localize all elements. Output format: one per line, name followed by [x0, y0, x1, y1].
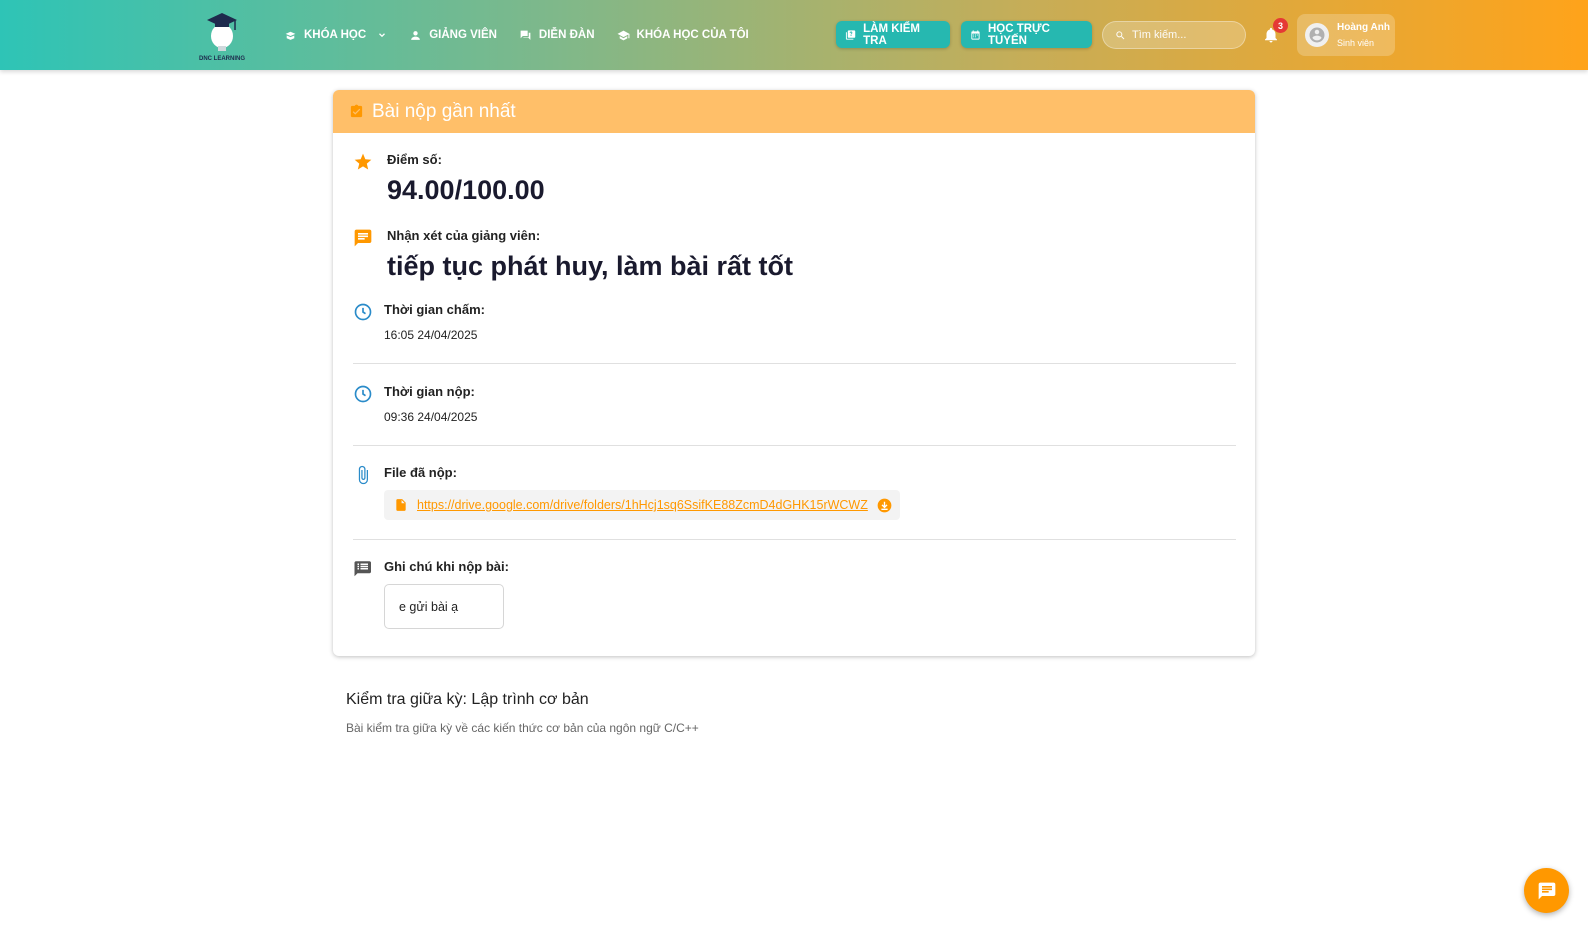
nav-courses[interactable]: KHÓA HỌC [284, 29, 387, 42]
score-value: 94.00/100.00 [387, 175, 545, 205]
nav-instructors[interactable]: GIẢNG VIÊN [409, 29, 497, 42]
comment-value: tiếp tục phát huy, làm bài rất tốt [387, 251, 794, 281]
nav-my-courses[interactable]: KHÓA HỌC CỦA TÔI [617, 29, 749, 42]
assignment-check-icon [350, 104, 363, 118]
divider [353, 363, 1236, 364]
star-icon [353, 152, 373, 172]
note-value: e gửi bài ạ [384, 584, 504, 629]
nav-forum[interactable]: DIỄN ĐÀN [519, 29, 595, 42]
chat-icon [1538, 882, 1555, 899]
file-icon [396, 499, 406, 511]
note-label: Ghi chú khi nộp bài: [384, 559, 509, 574]
file-chip: https://drive.google.com/drive/folders/1… [384, 490, 900, 520]
logo-text: DNC LEARNING [199, 56, 245, 62]
graduation-cap-icon [617, 30, 629, 40]
top-navbar: DNC LEARNING KHÓA HỌC GIẢNG VIÊN DIỄN ĐÀ… [0, 0, 1588, 70]
quiz-icon [845, 29, 856, 40]
graded-time-value: 16:05 24/04/2025 [384, 328, 478, 342]
graded-time-row: Thời gian chấm: 16:05 24/04/2025 [353, 302, 485, 342]
paperclip-icon [353, 465, 373, 485]
graduation-bulb-icon [207, 13, 237, 51]
nav-courses-label: KHÓA HỌC [304, 29, 367, 41]
avatar [1305, 23, 1329, 47]
user-role: Sinh viên [1337, 38, 1375, 48]
download-icon[interactable] [877, 498, 892, 513]
graded-time-label: Thời gian chấm: [384, 302, 485, 317]
take-test-button[interactable]: LÀM KIỂM TRA [836, 21, 950, 48]
score-label: Điểm số: [387, 152, 442, 167]
main-nav: KHÓA HỌC GIẢNG VIÊN DIỄN ĐÀN KHÓA HỌC CỦ… [284, 0, 749, 70]
note-row: Ghi chú khi nộp bài: e gửi bài ạ [353, 559, 509, 629]
book-open-icon [285, 31, 296, 40]
file-link[interactable]: https://drive.google.com/drive/folders/1… [417, 498, 868, 512]
search-box[interactable] [1102, 21, 1246, 49]
nav-forum-label: DIỄN ĐÀN [538, 29, 595, 41]
user-name: Hoàng Anh [1337, 22, 1390, 33]
latest-submission-card: Bài nộp gần nhất Điểm số: 94.00/100.00 N… [333, 90, 1255, 656]
nav-my-courses-label: KHÓA HỌC CỦA TÔI [636, 29, 749, 41]
logo[interactable]: DNC LEARNING [193, 8, 251, 62]
search-input[interactable] [1132, 29, 1242, 41]
clock-icon [353, 384, 373, 404]
card-header: Bài nộp gần nhất [333, 90, 1255, 133]
user-menu[interactable]: Hoàng Anh Sinh viên [1297, 14, 1395, 56]
online-learning-label: HỌC TRỰC TUYẾN [987, 22, 1050, 47]
chat-button[interactable] [1524, 868, 1569, 913]
submitted-time-value: 09:36 24/04/2025 [384, 410, 478, 424]
score-row: Điểm số: 94.00/100.00 [353, 152, 545, 206]
user-avatar-icon [1309, 27, 1325, 43]
search-icon [1116, 30, 1125, 39]
online-learning-button[interactable]: HỌC TRỰC TUYẾN [961, 21, 1092, 48]
comment-row: Nhận xét của giảng viên: tiếp tục phát h… [353, 228, 793, 282]
calendar-icon [971, 29, 980, 40]
note-icon [353, 559, 373, 579]
exam-description: Bài kiểm tra giữa kỳ về các kiến thức cơ… [346, 721, 699, 735]
divider [353, 445, 1236, 446]
divider [353, 539, 1236, 540]
card-title: Bài nộp gần nhất [372, 100, 516, 122]
person-icon [411, 30, 421, 40]
file-row: File đã nộp: https://drive.google.com/dr… [353, 465, 900, 520]
comment-icon [353, 228, 373, 248]
submitted-time-row: Thời gian nộp: 09:36 24/04/2025 [353, 384, 477, 424]
notification-badge: 3 [1273, 18, 1288, 33]
take-test-label: LÀM KIỂM TRA [863, 22, 921, 47]
exam-title: Kiểm tra giữa kỳ: Lập trình cơ bản [346, 691, 589, 708]
clock-icon [353, 302, 373, 322]
chevron-down-icon [379, 33, 386, 38]
forum-icon [520, 30, 531, 40]
submitted-time-label: Thời gian nộp: [384, 384, 475, 399]
nav-instructors-label: GIẢNG VIÊN [429, 29, 497, 41]
comment-label: Nhận xét của giảng viên: [387, 228, 541, 243]
file-label: File đã nộp: [384, 465, 457, 480]
